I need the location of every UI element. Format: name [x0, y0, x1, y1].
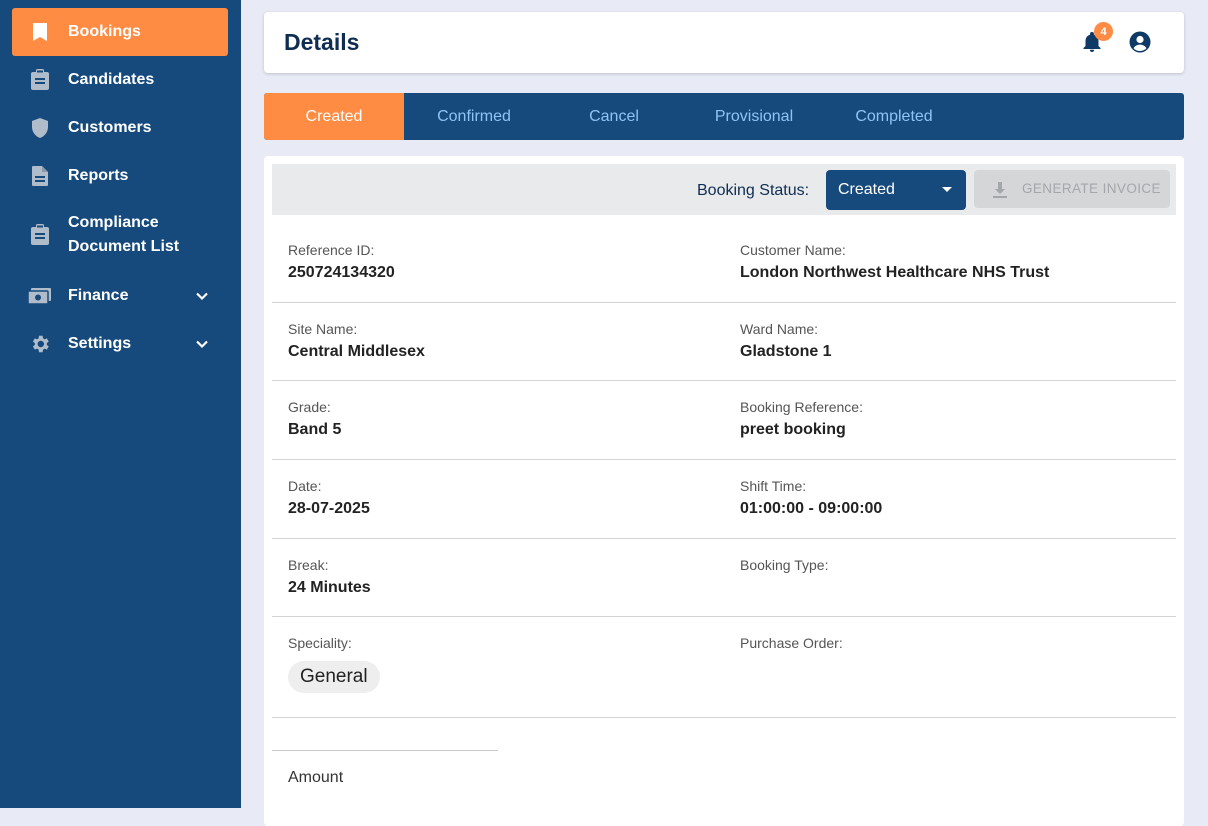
- sidebar-item-label: Finance: [68, 287, 129, 304]
- generate-invoice-button[interactable]: GENERATE INVOICE: [974, 170, 1170, 208]
- booking-status-label: Booking Status:: [697, 182, 810, 199]
- field-label: Site Name:: [288, 321, 358, 337]
- sidebar-item-label: Candidates: [68, 71, 155, 88]
- account-icon[interactable]: [1128, 30, 1152, 54]
- money-icon: [28, 284, 52, 308]
- detail-row: Site Name: Central Middlesex Ward Name: …: [272, 321, 1176, 381]
- sidebar-item-customers[interactable]: Customers: [12, 104, 228, 152]
- tab-created[interactable]: Created: [264, 93, 404, 140]
- field-label: Speciality:: [288, 635, 352, 651]
- shield-icon: [28, 116, 52, 140]
- detail-row: Break: 24 Minutes Booking Type:: [272, 557, 1176, 617]
- sidebar-item-label: Reports: [68, 167, 129, 184]
- speciality-chip: General: [288, 661, 380, 693]
- detail-row: Reference ID: 250724134320 Customer Name…: [272, 242, 1176, 303]
- sidebar: Bookings Candidates Customers Reports Co…: [0, 0, 241, 808]
- sidebar-item-candidates[interactable]: Candidates: [12, 56, 228, 104]
- tab-confirmed[interactable]: Confirmed: [404, 93, 544, 140]
- detail-row: Grade: Band 5 Booking Reference: preet b…: [272, 399, 1176, 460]
- gear-icon: [28, 332, 52, 356]
- booking-status-select[interactable]: Created: [826, 170, 966, 210]
- dropdown-caret-icon: [942, 187, 952, 192]
- divider: [272, 750, 498, 751]
- field-label: Break:: [288, 557, 329, 573]
- field-value: Gladstone 1: [740, 343, 832, 360]
- document-icon: [28, 164, 52, 188]
- field-label: Customer Name:: [740, 242, 846, 258]
- field-label: Shift Time:: [740, 478, 807, 494]
- sidebar-item-compliance-document-list[interactable]: Compliance Document List: [12, 204, 228, 266]
- tab-completed[interactable]: Completed: [824, 93, 964, 140]
- sidebar-item-label-line-2: Document List: [68, 238, 180, 255]
- field-label: Booking Type:: [740, 557, 829, 573]
- tab-cancel[interactable]: Cancel: [544, 93, 684, 140]
- chevron-down-icon[interactable]: [194, 336, 210, 352]
- sidebar-item-label: Customers: [68, 119, 152, 136]
- field-label: Date:: [288, 478, 322, 494]
- field-value: 24 Minutes: [288, 579, 371, 596]
- sidebar-item-reports[interactable]: Reports: [12, 152, 228, 200]
- field-value: 01:00:00 - 09:00:00: [740, 500, 883, 517]
- field-value: Band 5: [288, 421, 342, 438]
- details-card: Booking Status: Created GENERATE INVOICE…: [264, 156, 1184, 826]
- sidebar-item-bookings[interactable]: Bookings: [12, 8, 228, 56]
- download-icon: [993, 182, 1007, 198]
- field-value: Central Middlesex: [288, 343, 425, 360]
- field-value: London Northwest Healthcare NHS Trust: [740, 264, 1050, 281]
- detail-row: Speciality: General Purchase Order:: [272, 635, 1176, 718]
- sidebar-item-label: Settings: [68, 335, 132, 352]
- sidebar-item-finance[interactable]: Finance: [12, 272, 228, 320]
- bookmark-icon: [28, 20, 52, 44]
- field-value: 250724134320: [288, 264, 395, 281]
- sidebar-item-label: Compliance Document List: [68, 211, 179, 259]
- amount-label: Amount: [288, 769, 344, 786]
- detail-row: Date: 28-07-2025 Shift Time: 01:00:00 - …: [272, 478, 1176, 539]
- field-label: Booking Reference:: [740, 399, 863, 415]
- field-value: preet booking: [740, 421, 846, 438]
- sidebar-item-label: Bookings: [68, 23, 141, 40]
- clipboard-icon: [28, 223, 52, 247]
- field-label: Ward Name:: [740, 321, 819, 337]
- tab-provisional[interactable]: Provisional: [684, 93, 824, 140]
- field-value: 28-07-2025: [288, 500, 370, 517]
- booking-status-value: Created: [838, 181, 895, 198]
- field-label: Purchase Order:: [740, 635, 843, 651]
- page-title: Details: [284, 29, 360, 55]
- page-header: Details 4: [264, 12, 1184, 73]
- status-tabs: Created Confirmed Cancel Provisional Com…: [264, 93, 1184, 140]
- field-label: Grade:: [288, 399, 331, 415]
- chevron-down-icon[interactable]: [194, 288, 210, 304]
- notification-badge: 4: [1094, 22, 1113, 41]
- field-label: Reference ID:: [288, 242, 375, 258]
- sidebar-item-settings[interactable]: Settings: [12, 320, 228, 368]
- clipboard-icon: [28, 68, 52, 92]
- sidebar-item-label-line-1: Compliance: [68, 214, 159, 231]
- generate-invoice-label: GENERATE INVOICE: [1022, 181, 1161, 196]
- booking-status-bar: Booking Status: Created GENERATE INVOICE: [272, 164, 1176, 215]
